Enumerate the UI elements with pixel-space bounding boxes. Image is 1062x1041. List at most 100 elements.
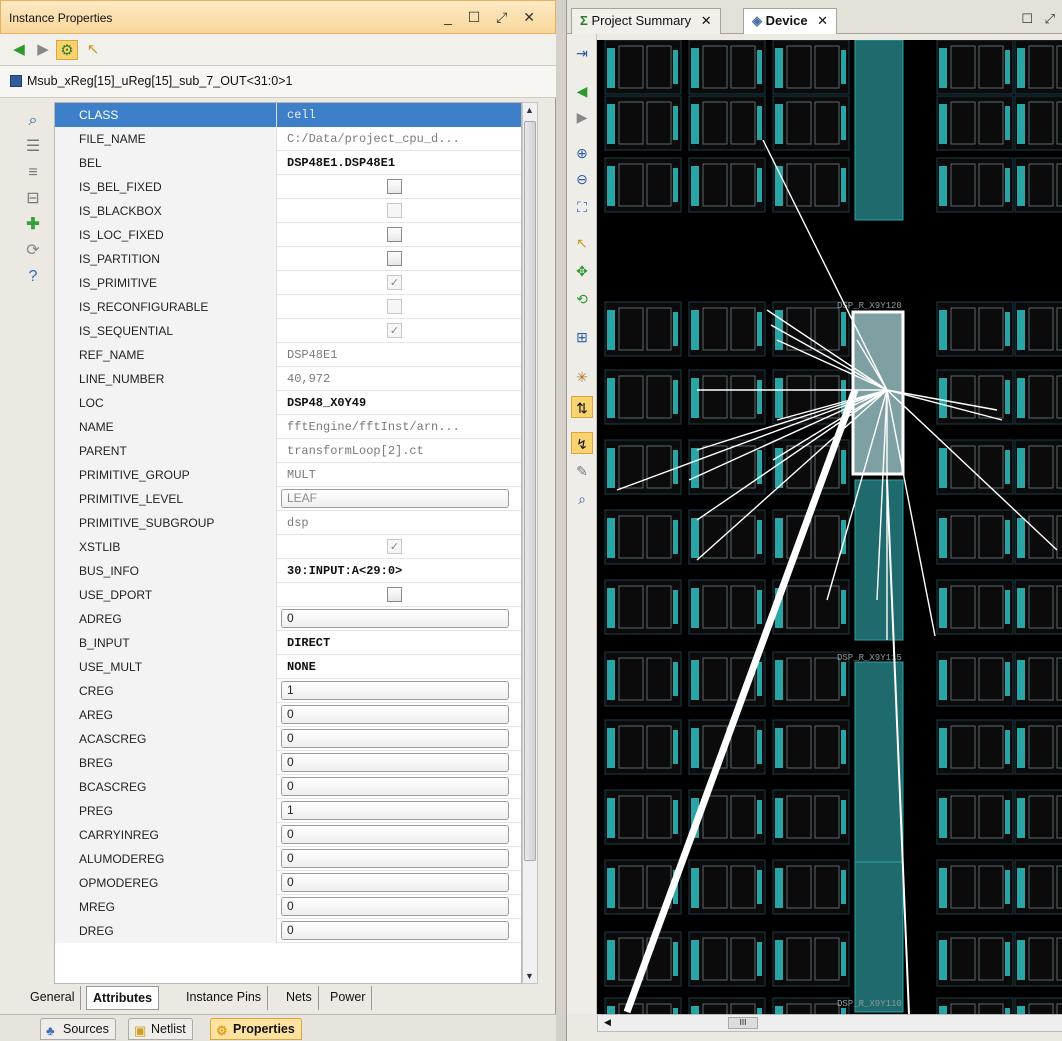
property-row[interactable]: BEL DSP48E1.DSP48E1 bbox=[55, 151, 521, 175]
zoom-fit-icon[interactable]: ⛶ bbox=[571, 196, 593, 218]
subtab-general[interactable]: General bbox=[24, 986, 82, 1010]
scroll-thumb[interactable] bbox=[524, 121, 536, 861]
property-field[interactable]: 0 bbox=[281, 753, 509, 772]
add-icon[interactable]: ✚ bbox=[22, 214, 44, 236]
property-row[interactable]: USE_DPORT bbox=[55, 583, 521, 607]
property-row[interactable]: IS_BLACKBOX bbox=[55, 199, 521, 223]
property-field[interactable]: 1 bbox=[281, 681, 509, 700]
help-icon[interactable]: ? bbox=[22, 266, 44, 288]
property-field[interactable]: 0 bbox=[281, 897, 509, 916]
device-hscrollbar[interactable]: ◀ III bbox=[597, 1014, 1062, 1032]
property-row[interactable]: IS_SEQUENTIAL ✓ bbox=[55, 319, 521, 343]
collapse-all-icon[interactable]: ☰ bbox=[22, 136, 44, 158]
property-field[interactable]: 0 bbox=[281, 873, 509, 892]
property-row[interactable]: IS_PRIMITIVE ✓ bbox=[55, 271, 521, 295]
tab-device[interactable]: ◈ Device ✕ bbox=[743, 8, 838, 34]
select-cursor-icon[interactable]: ↖ bbox=[82, 40, 104, 60]
property-row[interactable]: PRIMITIVE_SUBGROUP dsp bbox=[55, 511, 521, 535]
scroll-down-icon[interactable]: ▼ bbox=[525, 971, 534, 981]
property-row[interactable]: USE_MULT NONE bbox=[55, 655, 521, 679]
property-field[interactable]: 0 bbox=[281, 825, 509, 844]
zoom-in-icon[interactable]: ⊕ bbox=[571, 142, 593, 164]
property-row[interactable]: BREG 0 bbox=[55, 751, 521, 775]
subtab-nets[interactable]: Nets bbox=[280, 986, 319, 1010]
zoom-out-icon[interactable]: ⊖ bbox=[571, 168, 593, 190]
property-row[interactable]: IS_BEL_FIXED bbox=[55, 175, 521, 199]
back-arrow-icon[interactable]: ◀ bbox=[8, 40, 30, 60]
highlight-icon[interactable]: ↯ bbox=[571, 432, 593, 454]
property-field[interactable]: 0 bbox=[281, 777, 509, 796]
property-row[interactable]: BCASCREG 0 bbox=[55, 775, 521, 799]
expand-icon[interactable]: ✥ bbox=[571, 260, 593, 282]
property-row[interactable]: ACASCREG 0 bbox=[55, 727, 521, 751]
property-row[interactable]: BUS_INFO 30:INPUT:A<29:0> bbox=[55, 559, 521, 583]
add-pblock-icon[interactable]: ⊞ bbox=[571, 326, 593, 348]
property-field[interactable]: 0 bbox=[281, 705, 509, 724]
property-row[interactable]: IS_PARTITION bbox=[55, 247, 521, 271]
property-row[interactable]: PRIMITIVE_GROUP MULT bbox=[55, 463, 521, 487]
forward-arrow-icon[interactable]: ▶ bbox=[571, 106, 593, 128]
subtab-instance-pins[interactable]: Instance Pins bbox=[180, 986, 269, 1010]
property-row[interactable]: PRIMITIVE_LEVEL LEAF bbox=[55, 487, 521, 511]
property-row[interactable]: ADREG 0 bbox=[55, 607, 521, 631]
settings-icon[interactable]: ⚙ bbox=[56, 40, 78, 60]
expand-all-icon[interactable]: ≡ bbox=[22, 162, 44, 184]
bottom-tab-properties[interactable]: ⚙ Properties bbox=[210, 1018, 302, 1040]
tab-project-summary[interactable]: Σ Project Summary ✕ bbox=[571, 8, 721, 34]
property-checkbox[interactable] bbox=[387, 251, 402, 266]
property-row[interactable]: PARENT transformLoop[2].ct bbox=[55, 439, 521, 463]
property-field[interactable]: 0 bbox=[281, 921, 509, 940]
property-row[interactable]: DREG 0 bbox=[55, 919, 521, 943]
property-row[interactable]: AREG 0 bbox=[55, 703, 521, 727]
close-icon[interactable]: ✕ bbox=[701, 13, 712, 28]
close-icon[interactable]: ✕ bbox=[817, 13, 828, 28]
find-icon[interactable]: ⌕ bbox=[571, 488, 593, 510]
show-connections-icon[interactable]: ⇅ bbox=[571, 396, 593, 418]
property-row[interactable]: CLASS cell bbox=[55, 103, 521, 127]
forward-arrow-icon[interactable]: ▶ bbox=[32, 40, 54, 60]
property-row[interactable]: B_INPUT DIRECT bbox=[55, 631, 521, 655]
property-checkbox[interactable] bbox=[387, 227, 402, 242]
device-canvas[interactable]: DSP_R_X9Y120DSP_R_X9Y115DSP_R_X9Y110 bbox=[597, 40, 1062, 1014]
property-field[interactable]: 0 bbox=[281, 609, 509, 628]
property-field[interactable]: LEAF bbox=[281, 489, 509, 508]
property-row[interactable]: LINE_NUMBER 40,972 bbox=[55, 367, 521, 391]
fit-selection-icon[interactable]: ⇥ bbox=[571, 42, 593, 64]
search-icon[interactable]: ⌕ bbox=[22, 110, 44, 132]
scroll-up-icon[interactable]: ▲ bbox=[525, 105, 534, 115]
select-cursor-icon[interactable]: ↖ bbox=[571, 232, 593, 254]
mark-icon[interactable]: ✎ bbox=[571, 460, 593, 482]
back-arrow-icon[interactable]: ◀ bbox=[571, 80, 593, 102]
property-row[interactable]: XSTLIB ✓ bbox=[55, 535, 521, 559]
device-view[interactable]: DSP_R_X9Y120 DSP_R_X9Y115 DSP_R_X9Y110 bbox=[597, 40, 1062, 1014]
property-row[interactable]: CARRYINREG 0 bbox=[55, 823, 521, 847]
property-row[interactable]: OPMODEREG 0 bbox=[55, 871, 521, 895]
scroll-left-icon[interactable]: ◀ bbox=[604, 1017, 611, 1028]
subtab-attributes[interactable]: Attributes bbox=[86, 986, 160, 1010]
property-row[interactable]: LOC DSP48_X0Y49 bbox=[55, 391, 521, 415]
group-icon[interactable]: ⊟ bbox=[22, 188, 44, 210]
property-checkbox[interactable] bbox=[387, 587, 402, 602]
bottom-tab-netlist[interactable]: ▣ Netlist bbox=[128, 1018, 193, 1040]
property-row[interactable]: FILE_NAME C:/Data/project_cpu_d... bbox=[55, 127, 521, 151]
window-controls[interactable]: ☐ ⤢ bbox=[1021, 11, 1059, 27]
property-row[interactable]: PREG 1 bbox=[55, 799, 521, 823]
property-row[interactable]: IS_LOC_FIXED bbox=[55, 223, 521, 247]
property-field[interactable]: 1 bbox=[281, 801, 509, 820]
grid-scrollbar[interactable]: ▲ ▼ bbox=[522, 102, 538, 984]
property-row[interactable]: IS_RECONFIGURABLE bbox=[55, 295, 521, 319]
property-row[interactable]: MREG 0 bbox=[55, 895, 521, 919]
route-icon[interactable]: ✳ bbox=[571, 366, 593, 388]
property-row[interactable]: ALUMODEREG 0 bbox=[55, 847, 521, 871]
subtab-power[interactable]: Power bbox=[324, 986, 373, 1010]
property-row[interactable]: CREG 1 bbox=[55, 679, 521, 703]
property-row[interactable]: NAME fftEngine/fftInst/arn... bbox=[55, 415, 521, 439]
contract-icon[interactable]: ⟲ bbox=[571, 288, 593, 310]
property-checkbox[interactable] bbox=[387, 179, 402, 194]
refresh-icon[interactable]: ⟳ bbox=[22, 240, 44, 262]
property-field[interactable]: 0 bbox=[281, 729, 509, 748]
property-row[interactable]: REF_NAME DSP48E1 bbox=[55, 343, 521, 367]
bottom-tab-sources[interactable]: ♣ Sources bbox=[40, 1018, 116, 1040]
window-controls[interactable]: _ ☐ ⤢ ✕ bbox=[444, 9, 541, 26]
property-field[interactable]: 0 bbox=[281, 849, 509, 868]
